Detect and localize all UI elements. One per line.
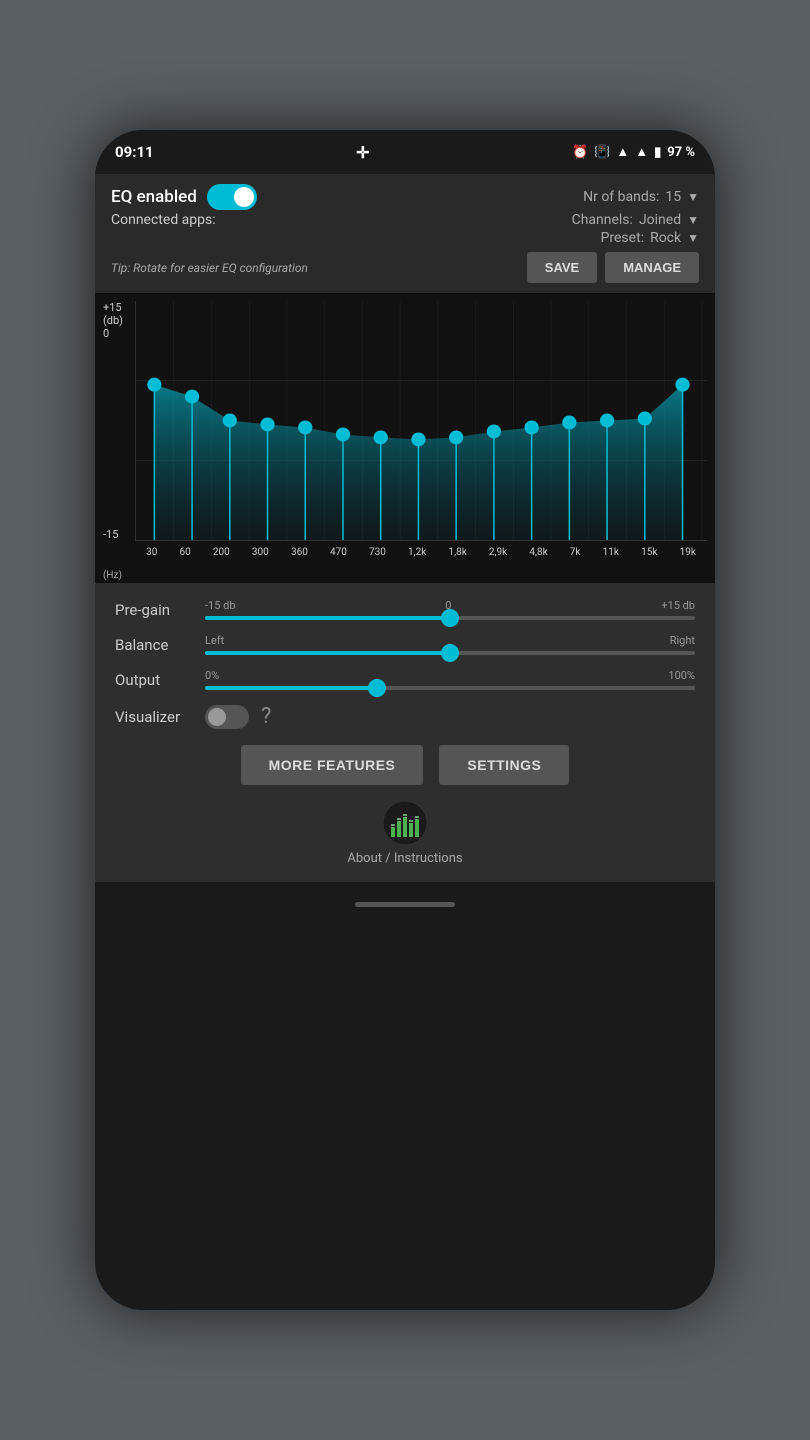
pregain-min-label: -15 db (205, 599, 236, 612)
channels-value: Joined (639, 212, 681, 228)
time-display: 09:11 (115, 143, 154, 161)
eq-x-2k9: 2,9k (489, 547, 507, 558)
wifi-icon: ▲ (616, 144, 629, 160)
header-section: EQ enabled Nr of bands: 15 ▼ Connected a… (95, 174, 715, 293)
eq-enabled-toggle[interactable] (207, 184, 257, 210)
vibrate-icon: 📳 (594, 145, 610, 160)
preset-label: Preset: (601, 230, 645, 246)
nav-bar (95, 882, 715, 926)
balance-row: Balance Left Right (115, 634, 695, 655)
eq-y-zero: 0 (103, 327, 123, 340)
eq-chart-section[interactable]: +15 (db) 0 -15 (95, 293, 715, 583)
visualizer-toggle[interactable] (205, 705, 249, 729)
tip-text: Tip: Rotate for easier EQ configuration (111, 261, 308, 275)
output-slider[interactable] (205, 686, 695, 690)
visualizer-label: Visualizer (115, 708, 205, 726)
output-thumb[interactable] (368, 679, 386, 697)
about-icon (381, 799, 429, 847)
eq-x-1k8: 1,8k (448, 547, 466, 558)
eq-x-labels: 30 60 200 300 360 470 730 1,2k 1,8k 2,9k… (135, 543, 707, 583)
manage-button[interactable]: MANAGE (605, 252, 699, 283)
balance-slider-container: Left Right (205, 634, 695, 655)
eq-x-470: 470 (330, 547, 347, 558)
bottom-buttons: MORE FEATURES SETTINGS (115, 745, 695, 785)
balance-fill (205, 651, 450, 655)
eq-x-60: 60 (179, 547, 190, 558)
eq-x-7k: 7k (570, 547, 581, 558)
eq-x-360: 360 (291, 547, 308, 558)
connected-apps-label: Connected apps: (111, 212, 216, 228)
signal-icon: ▲ (635, 144, 648, 160)
pregain-slider[interactable] (205, 616, 695, 620)
visualizer-row: Visualizer ? (115, 704, 695, 729)
pregain-slider-container: -15 db 0 +15 db (205, 599, 695, 620)
eq-x-4k8: 4,8k (529, 547, 547, 558)
balance-label: Balance (115, 636, 205, 654)
eq-y-top: +15 (103, 301, 123, 314)
eq-x-19k: 19k (680, 547, 696, 558)
preset-dropdown-icon[interactable]: ▼ (687, 231, 699, 245)
save-button[interactable]: SAVE (527, 252, 597, 283)
eq-x-300: 300 (252, 547, 269, 558)
settings-button[interactable]: SETTINGS (439, 745, 569, 785)
controls-section: Pre-gain -15 db 0 +15 db Balance Left Ri (95, 583, 715, 882)
output-label: Output (115, 671, 205, 689)
eq-chart-area[interactable] (135, 301, 707, 541)
output-range-labels: 0% 100% (205, 669, 695, 682)
pregain-label: Pre-gain (115, 601, 205, 619)
more-features-button[interactable]: MORE FEATURES (241, 745, 424, 785)
balance-right-label: Right (670, 634, 695, 647)
battery-percent: 97 % (667, 145, 695, 160)
eq-x-200: 200 (213, 547, 230, 558)
balance-slider[interactable] (205, 651, 695, 655)
eq-svg[interactable] (136, 301, 707, 540)
eq-y-labels: +15 (db) 0 -15 (103, 301, 123, 541)
channels-label: Channels: (572, 212, 633, 228)
nr-bands-label: Nr of bands: (583, 189, 659, 205)
pregain-max-label: +15 db (661, 599, 695, 612)
output-fill (205, 686, 377, 690)
nr-bands-dropdown-icon[interactable]: ▼ (687, 190, 699, 204)
pregain-fill (205, 616, 450, 620)
eq-enabled-label: EQ enabled (111, 187, 197, 207)
balance-thumb[interactable] (441, 644, 459, 662)
eq-x-1k2: 1,2k (408, 547, 426, 558)
nr-bands-value: 15 (665, 189, 681, 205)
eq-x-30: 30 (146, 547, 157, 558)
action-buttons: SAVE MANAGE (527, 252, 699, 283)
help-icon[interactable]: ? (261, 704, 271, 729)
about-label: About / Instructions (347, 851, 462, 866)
balance-left-label: Left (205, 634, 224, 647)
hz-label: (Hz) (103, 570, 122, 581)
nav-pill[interactable] (355, 902, 455, 907)
output-max-label: 100% (668, 669, 695, 682)
pregain-row: Pre-gain -15 db 0 +15 db (115, 599, 695, 620)
eq-y-db: (db) (103, 314, 123, 327)
eq-x-15k: 15k (641, 547, 657, 558)
status-icon-cross: ✛ (356, 143, 369, 162)
pregain-thumb[interactable] (441, 609, 459, 627)
alarm-icon: ⏰ (572, 145, 588, 160)
phone-shell: 09:11 ✛ ⏰ 📳 ▲ ▲ ▮ 97 % EQ enabled Nr of … (95, 130, 715, 1310)
eq-x-11k: 11k (603, 547, 619, 558)
preset-value: Rock (650, 230, 681, 246)
about-section[interactable]: About / Instructions (115, 799, 695, 866)
output-row: Output 0% 100% (115, 669, 695, 690)
output-slider-container: 0% 100% (205, 669, 695, 690)
eq-y-bottom: -15 (103, 528, 123, 541)
status-right: ⏰ 📳 ▲ ▲ ▮ 97 % (572, 144, 695, 160)
output-min-label: 0% (205, 669, 219, 682)
eq-x-730: 730 (369, 547, 386, 558)
battery-icon: ▮ (654, 145, 661, 160)
channels-dropdown-icon[interactable]: ▼ (687, 213, 699, 227)
status-bar: 09:11 ✛ ⏰ 📳 ▲ ▲ ▮ 97 % (95, 130, 715, 174)
